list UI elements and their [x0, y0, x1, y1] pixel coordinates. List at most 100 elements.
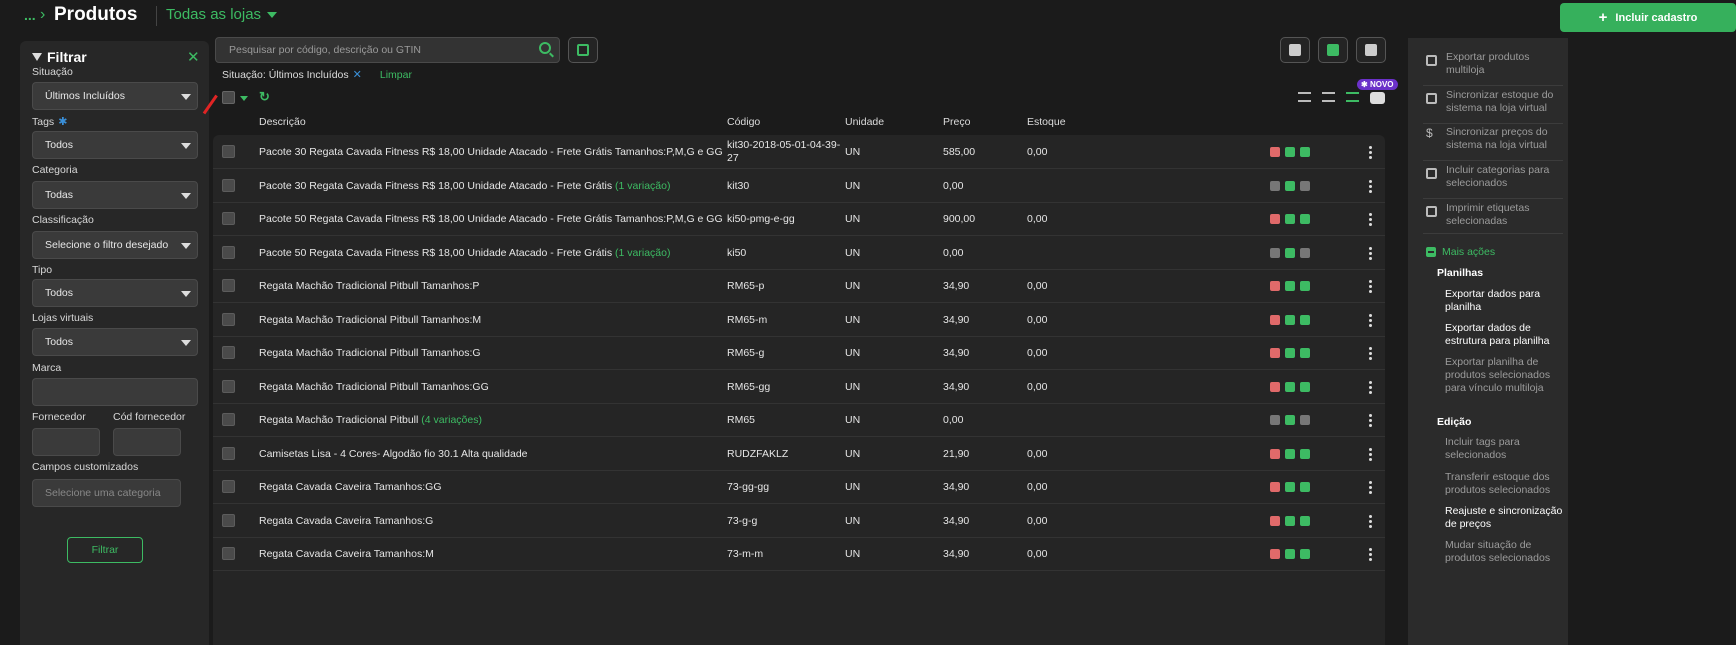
search-input[interactable]: Pesquisar por código, descrição ou GTIN — [215, 37, 560, 63]
row-menu-icon[interactable] — [1369, 213, 1372, 227]
column-header-descricao[interactable]: Descrição — [259, 116, 306, 128]
row-menu-icon[interactable] — [1369, 280, 1372, 294]
column-header-estoque[interactable]: Estoque — [1027, 116, 1066, 128]
product-description[interactable]: Regata Machão Tradicional Pitbull Tamanh… — [259, 347, 481, 359]
row-menu-icon[interactable] — [1369, 313, 1372, 327]
product-description[interactable]: Regata Machão Tradicional Pitbull Tamanh… — [259, 381, 489, 393]
refresh-icon[interactable]: ↻ — [259, 89, 270, 105]
row-checkbox[interactable] — [222, 547, 235, 561]
breadcrumb-more[interactable]: ... — [24, 7, 36, 23]
tipo-select[interactable]: Todos — [32, 279, 198, 307]
cod-fornecedor-input[interactable] — [113, 428, 181, 456]
situacao-select[interactable]: Últimos Incluídos — [32, 82, 198, 110]
table-row[interactable]: Regata Machão Tradicional Pitbull Tamanh… — [213, 337, 1385, 370]
delete-button[interactable] — [1356, 37, 1386, 63]
variation-count[interactable]: (4 variações) — [421, 414, 482, 426]
bag-button[interactable] — [1280, 37, 1310, 63]
variation-count[interactable]: (1 variação) — [615, 180, 670, 192]
link-export-spreadsheet[interactable]: Exportar dados para planilha — [1445, 288, 1563, 314]
link-export-multiloja-sheet[interactable]: Exportar planilha de produtos selecionad… — [1445, 356, 1563, 395]
table-row[interactable]: Pacote 50 Regata Cavada Fitness R$ 18,00… — [213, 203, 1385, 236]
product-description[interactable]: Pacote 30 Regata Cavada Fitness R$ 18,00… — [259, 180, 671, 192]
table-row[interactable]: Regata Machão Tradicional Pitbull Tamanh… — [213, 370, 1385, 404]
table-row[interactable]: Pacote 50 Regata Cavada Fitness R$ 18,00… — [213, 236, 1385, 270]
lojas-select[interactable]: Todos — [32, 328, 198, 356]
product-description[interactable]: Camisetas Lisa - 4 Cores- Algodão fio 30… — [259, 448, 528, 460]
row-checkbox[interactable] — [222, 480, 235, 494]
categoria-select[interactable]: Todas — [32, 181, 198, 209]
store-selector[interactable]: Todas as lojas — [166, 6, 278, 23]
link-price-adjust[interactable]: Reajuste e sincronização de preços — [1445, 505, 1563, 531]
table-row[interactable]: Pacote 30 Regata Cavada Fitness R$ 18,00… — [213, 169, 1385, 203]
select-all-checkbox[interactable] — [222, 91, 235, 104]
action-include-categories[interactable]: Incluir categorias para selecionados — [1423, 164, 1563, 199]
row-menu-icon[interactable] — [1369, 548, 1372, 562]
row-menu-icon[interactable] — [1369, 514, 1372, 528]
row-checkbox[interactable] — [222, 145, 235, 158]
marca-input[interactable] — [32, 378, 198, 406]
add-product-button[interactable]: + Incluir cadastro — [1560, 3, 1736, 32]
column-header-unidade[interactable]: Unidade — [845, 116, 884, 128]
fornecedor-input[interactable] — [32, 428, 100, 456]
chevron-down-icon[interactable] — [240, 96, 248, 101]
row-menu-icon[interactable] — [1369, 380, 1372, 394]
link-change-status[interactable]: Mudar situação de produtos selecionados — [1445, 539, 1563, 565]
product-description[interactable]: Regata Machão Tradicional Pitbull Tamanh… — [259, 314, 481, 326]
table-row[interactable]: Regata Cavada Caveira Tamanhos:GG 73-gg-g… — [213, 471, 1385, 504]
product-description[interactable]: Pacote 30 Regata Cavada Fitness R$ 18,00… — [259, 146, 723, 158]
product-description[interactable]: Pacote 50 Regata Cavada Fitness R$ 18,00… — [259, 247, 671, 259]
link-transfer-stock[interactable]: Transferir estoque dos produtos selecion… — [1445, 471, 1563, 497]
close-icon[interactable]: ✕ — [353, 68, 362, 81]
table-row[interactable]: Regata Cavada Caveira Tamanhos:M 73-m-m UN… — [213, 538, 1385, 571]
product-description[interactable]: Regata Machão Tradicional Pitbull Tamanh… — [259, 280, 479, 292]
column-header-preco[interactable]: Preço — [943, 116, 970, 128]
view-tree-icon[interactable] — [1322, 92, 1335, 102]
table-row[interactable]: Pacote 30 Regata Cavada Fitness R$ 18,00… — [213, 135, 1385, 169]
toggle-view-icon[interactable] — [1370, 92, 1385, 104]
search-icon[interactable] — [539, 42, 551, 54]
row-menu-icon[interactable] — [1369, 146, 1372, 159]
product-description[interactable]: Pacote 50 Regata Cavada Fitness R$ 18,00… — [259, 213, 723, 225]
row-checkbox[interactable] — [222, 379, 235, 393]
table-row[interactable]: Regata Machão Tradicional Pitbull Tamanh… — [213, 303, 1385, 337]
row-menu-icon[interactable] — [1369, 481, 1372, 495]
product-description[interactable]: Regata Machão Tradicional Pitbull (4 var… — [259, 414, 482, 426]
row-checkbox[interactable] — [222, 245, 235, 259]
variation-count[interactable]: (1 variação) — [615, 247, 670, 259]
product-description[interactable]: Regata Cavada Caveira Tamanhos:G — [259, 515, 433, 527]
view-list-icon[interactable] — [1346, 92, 1359, 102]
action-export-multiloja[interactable]: Exportar produtos multiloja — [1423, 51, 1563, 86]
row-checkbox[interactable] — [222, 446, 235, 460]
print-button[interactable] — [1318, 37, 1348, 63]
close-icon[interactable]: ✕ — [187, 48, 200, 66]
clear-filters-link[interactable]: Limpar — [380, 69, 412, 81]
row-menu-icon[interactable] — [1369, 447, 1372, 461]
row-menu-icon[interactable] — [1369, 246, 1372, 260]
row-checkbox[interactable] — [222, 413, 235, 427]
row-checkbox[interactable] — [222, 346, 235, 360]
row-menu-icon[interactable] — [1369, 179, 1372, 193]
link-export-structure[interactable]: Exportar dados de estrutura para planilh… — [1445, 322, 1563, 348]
apply-filter-button[interactable]: Filtrar — [67, 537, 143, 563]
row-menu-icon[interactable] — [1369, 414, 1372, 428]
table-row[interactable]: Regata Machão Tradicional Pitbull (4 var… — [213, 404, 1385, 437]
row-checkbox[interactable] — [222, 312, 235, 326]
calendar-button[interactable] — [568, 37, 598, 63]
tags-select[interactable]: Todos — [32, 131, 198, 159]
view-grid-icon[interactable] — [1298, 92, 1311, 102]
row-checkbox[interactable] — [222, 178, 235, 192]
product-description[interactable]: Regata Cavada Caveira Tamanhos:M — [259, 548, 434, 560]
gear-icon[interactable]: ✱ — [58, 115, 67, 128]
row-checkbox[interactable] — [222, 212, 235, 226]
action-sync-prices[interactable]: $ Sincronizar preços do sistema na loja … — [1423, 126, 1563, 161]
action-sync-stock[interactable]: Sincronizar estoque do sistema na loja v… — [1423, 89, 1563, 124]
table-row[interactable]: Regata Machão Tradicional Pitbull Tamanh… — [213, 270, 1385, 303]
column-header-codigo[interactable]: Código — [727, 116, 760, 128]
table-row[interactable]: Camisetas Lisa - 4 Cores- Algodão fio 30… — [213, 437, 1385, 471]
link-include-tags[interactable]: Incluir tags para selecionados — [1445, 436, 1563, 462]
row-menu-icon[interactable] — [1369, 347, 1372, 361]
action-print-labels[interactable]: Imprimir etiquetas selecionadas — [1423, 202, 1563, 234]
table-row[interactable]: Regata Cavada Caveira Tamanhos:G 73-g-g UN… — [213, 504, 1385, 538]
classificacao-select[interactable]: Selecione o filtro desejado — [32, 231, 198, 259]
row-checkbox[interactable] — [222, 513, 235, 527]
